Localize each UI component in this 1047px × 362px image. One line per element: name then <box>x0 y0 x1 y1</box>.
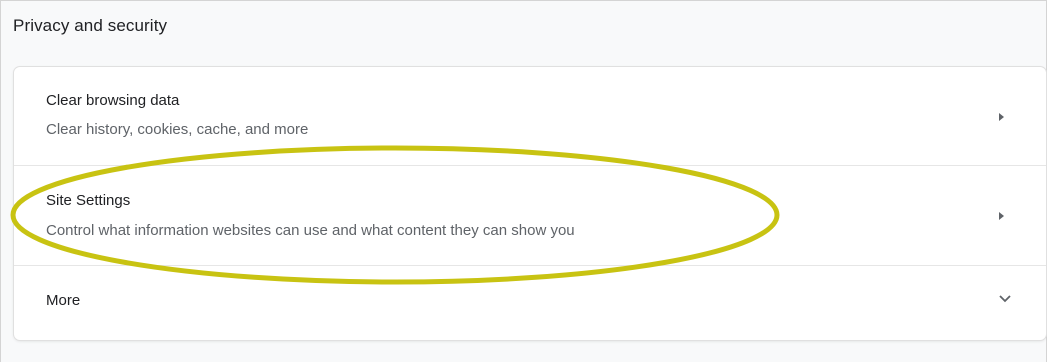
section-title: Privacy and security <box>13 16 168 35</box>
site-settings-subtitle: Control what information websites can us… <box>46 222 575 239</box>
clear-browsing-data-title: Clear browsing data <box>46 92 180 109</box>
more-row[interactable]: More <box>14 265 1046 340</box>
chevron-right-icon <box>999 113 1004 121</box>
settings-page: Privacy and security Clear browsing data… <box>0 0 1047 362</box>
chevron-down-icon <box>999 295 1011 303</box>
chevron-right-icon <box>999 212 1004 220</box>
clear-browsing-data-row[interactable]: Clear browsing data Clear history, cooki… <box>14 67 1046 165</box>
site-settings-row[interactable]: Site Settings Control what information w… <box>14 165 1046 265</box>
more-title: More <box>46 292 81 309</box>
privacy-security-card: Clear browsing data Clear history, cooki… <box>14 67 1046 340</box>
clear-browsing-data-subtitle: Clear history, cookies, cache, and more <box>46 121 309 138</box>
site-settings-title: Site Settings <box>46 192 131 209</box>
